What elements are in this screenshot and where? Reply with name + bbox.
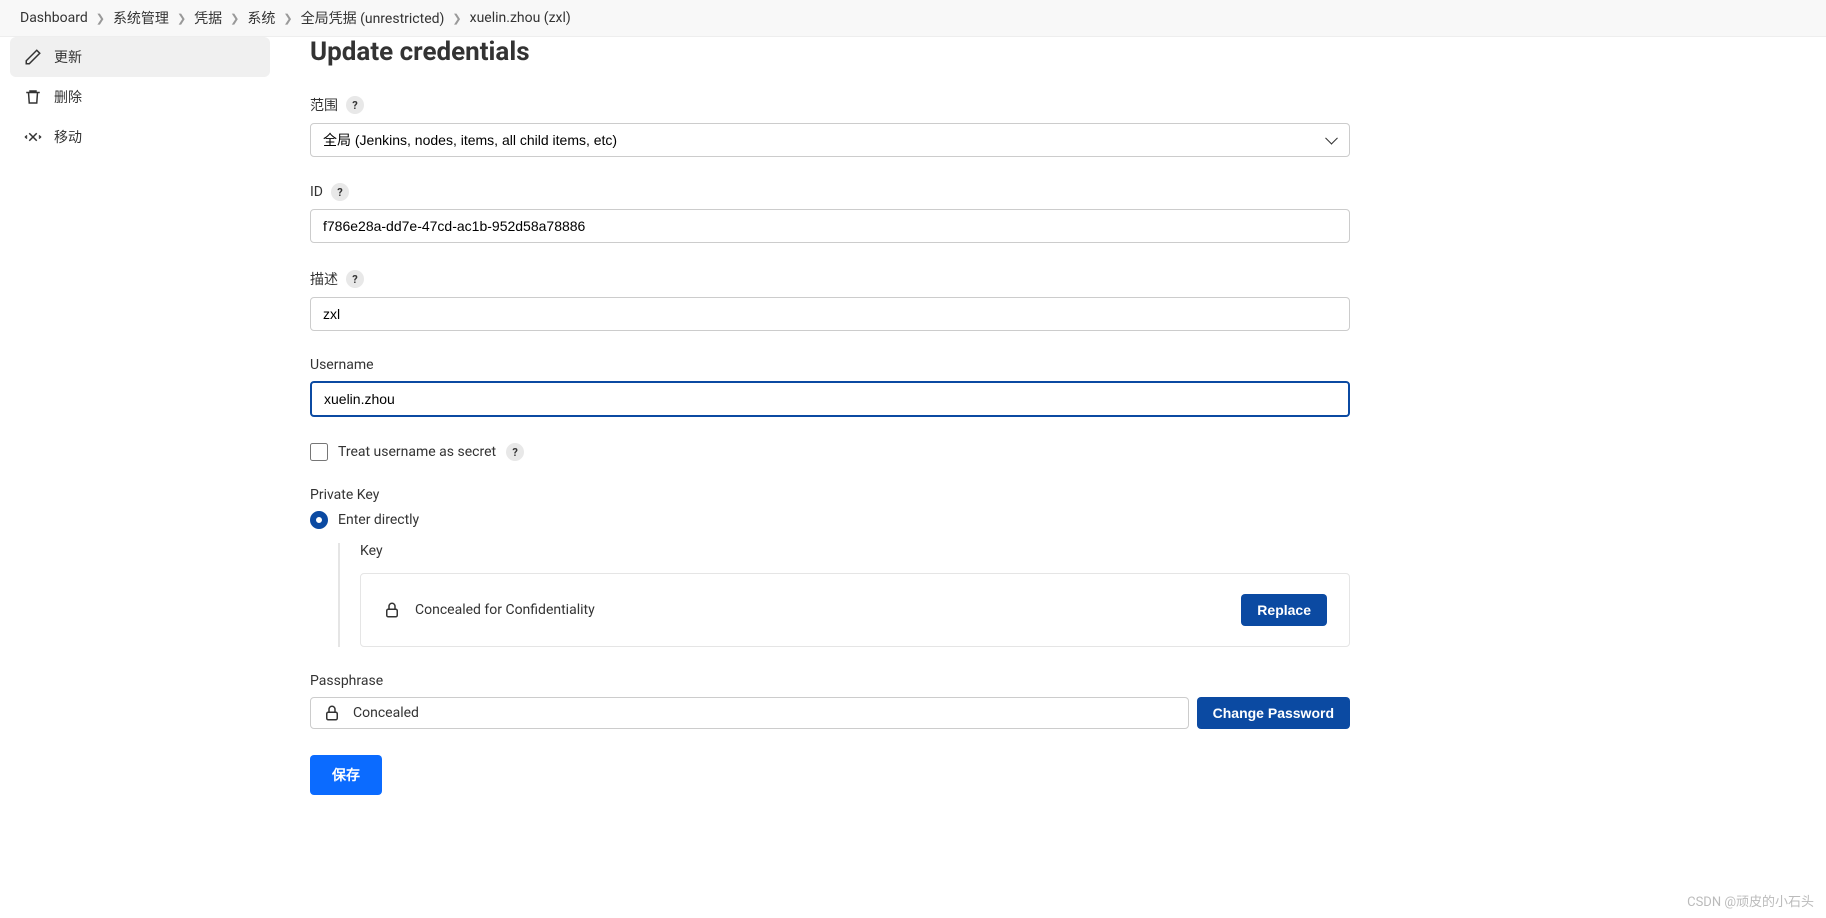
- passphrase-label: Passphrase: [310, 673, 383, 689]
- help-icon[interactable]: ?: [506, 443, 524, 461]
- field-description: 描述 ?: [310, 269, 1350, 331]
- help-icon[interactable]: ?: [331, 183, 349, 201]
- enter-directly-radio[interactable]: Enter directly: [310, 511, 1350, 529]
- sidebar-item-move[interactable]: 移动: [10, 117, 270, 157]
- trash-icon: [24, 88, 42, 106]
- chevron-right-icon: ❯: [177, 12, 186, 25]
- username-label: Username: [310, 357, 374, 373]
- key-label: Key: [360, 543, 1350, 559]
- scope-select[interactable]: 全局 (Jenkins, nodes, items, all child ite…: [310, 123, 1350, 157]
- help-icon[interactable]: ?: [346, 96, 364, 114]
- lock-icon: [323, 704, 341, 722]
- sidebar-item-label: 移动: [54, 127, 82, 147]
- chevron-right-icon: ❯: [96, 12, 105, 25]
- field-treat-secret: Treat username as secret ?: [310, 443, 1350, 461]
- breadcrumb-item[interactable]: 系统: [247, 8, 275, 28]
- replace-button[interactable]: Replace: [1241, 594, 1327, 626]
- chevron-right-icon: ❯: [230, 12, 239, 25]
- save-button[interactable]: 保存: [310, 755, 382, 795]
- move-icon: [24, 128, 42, 146]
- breadcrumb-item[interactable]: 凭据: [194, 8, 222, 28]
- scope-label: 范围: [310, 95, 338, 115]
- page-title: Update credentials: [310, 37, 1350, 67]
- sidebar-item-label: 删除: [54, 87, 82, 107]
- private-key-label: Private Key: [310, 487, 379, 503]
- treat-secret-checkbox[interactable]: [310, 443, 328, 461]
- breadcrumb: Dashboard ❯ 系统管理 ❯ 凭据 ❯ 系统 ❯ 全局凭据 (unrestric…: [0, 0, 1826, 37]
- breadcrumb-item[interactable]: 系统管理: [113, 8, 169, 28]
- breadcrumb-item[interactable]: xuelin.zhou (zxl): [470, 10, 571, 26]
- id-label: ID: [310, 184, 323, 200]
- watermark: CSDN @顽皮的小石头: [1687, 891, 1814, 910]
- change-password-button[interactable]: Change Password: [1197, 697, 1350, 729]
- field-scope: 范围 ? 全局 (Jenkins, nodes, items, all chil…: [310, 95, 1350, 157]
- field-username: Username: [310, 357, 1350, 417]
- passphrase-input[interactable]: Concealed: [310, 697, 1189, 729]
- chevron-right-icon: ❯: [283, 12, 292, 25]
- field-private-key: Private Key Enter directly Key Concealed…: [310, 487, 1350, 647]
- passphrase-value: Concealed: [353, 705, 419, 721]
- breadcrumb-item[interactable]: 全局凭据 (unrestricted): [301, 8, 445, 28]
- lock-icon: [383, 601, 401, 619]
- enter-directly-label: Enter directly: [338, 512, 419, 528]
- sidebar-item-update[interactable]: 更新: [10, 37, 270, 77]
- main-content: Update credentials 范围 ? 全局 (Jenkins, nod…: [280, 37, 1380, 825]
- field-passphrase: Passphrase Concealed Change Password: [310, 673, 1350, 729]
- treat-secret-label: Treat username as secret: [338, 444, 496, 460]
- id-input[interactable]: [310, 209, 1350, 243]
- field-id: ID ?: [310, 183, 1350, 243]
- chevron-right-icon: ❯: [452, 12, 461, 25]
- sidebar-item-delete[interactable]: 删除: [10, 77, 270, 117]
- username-input[interactable]: [310, 381, 1350, 417]
- sidebar: 更新 删除 移动: [0, 37, 280, 825]
- concealed-text: Concealed for Confidentiality: [415, 602, 595, 618]
- sidebar-item-label: 更新: [54, 47, 82, 67]
- radio-icon: [310, 511, 328, 529]
- pencil-icon: [24, 48, 42, 66]
- description-label: 描述: [310, 269, 338, 289]
- breadcrumb-item[interactable]: Dashboard: [20, 10, 88, 26]
- help-icon[interactable]: ?: [346, 270, 364, 288]
- description-input[interactable]: [310, 297, 1350, 331]
